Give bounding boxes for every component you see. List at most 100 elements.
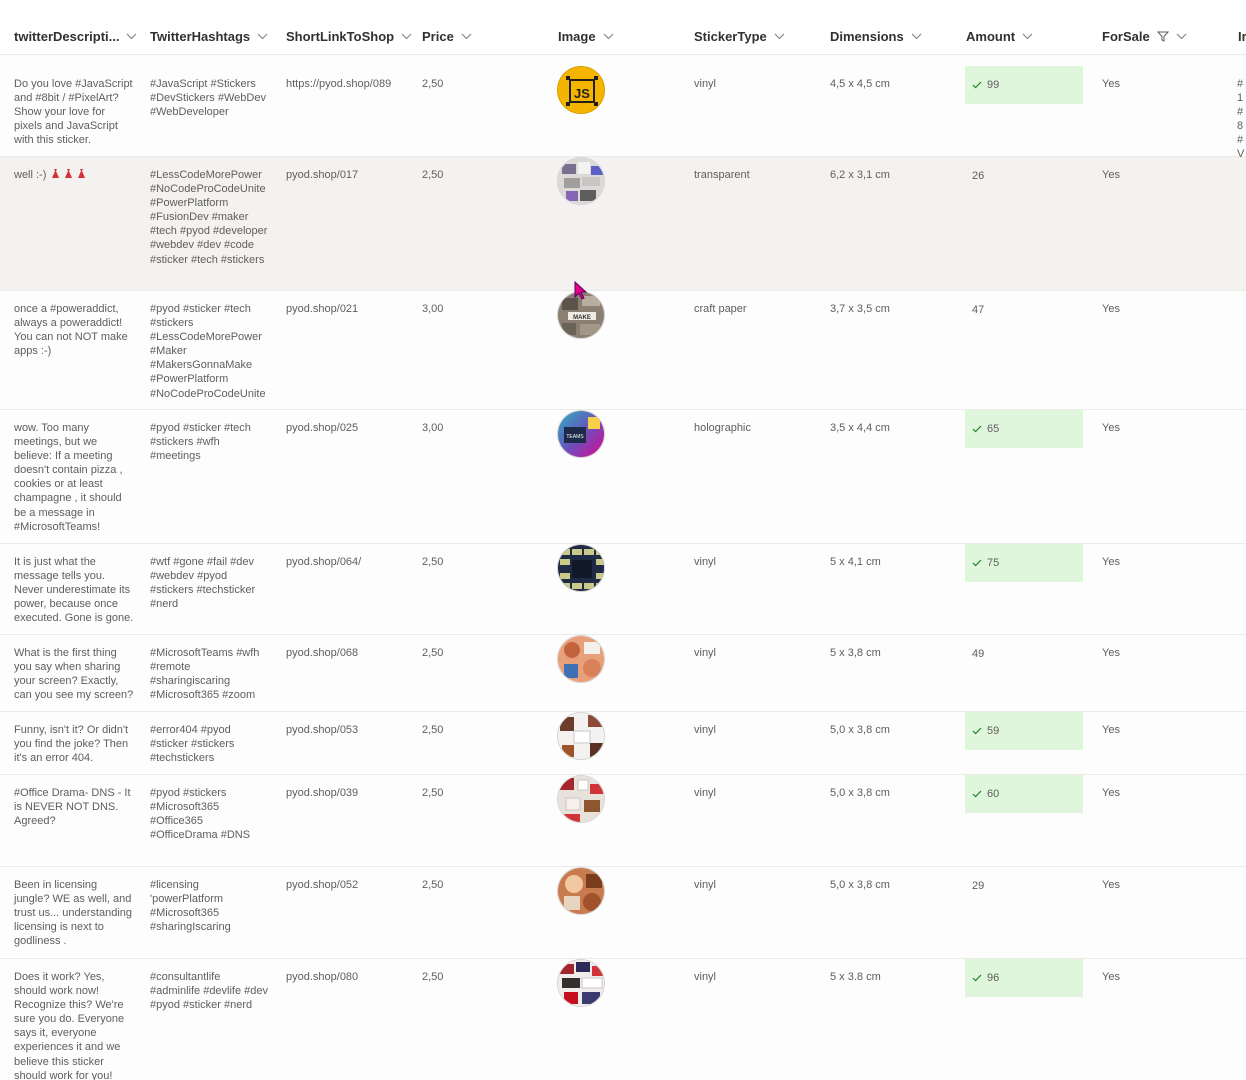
cell-for-sale: Yes: [1102, 422, 1120, 434]
cell-short-link[interactable]: pyod.shop/039: [286, 786, 411, 800]
cell-twitter-description: Funny, isn't it? Or didn't you find the …: [14, 724, 129, 765]
column-header-label: Amount: [966, 28, 1016, 44]
sticker-thumbnail[interactable]: [557, 959, 605, 1007]
column-header-twitter-description[interactable]: twitterDescripti...: [14, 27, 137, 45]
sticker-thumbnail[interactable]: [557, 775, 605, 823]
column-header-label: TwitterHashtags: [150, 28, 251, 44]
column-header-sticker-type[interactable]: StickerType: [694, 27, 785, 45]
cell-twitter-description: It is just what the message tells you. N…: [14, 556, 134, 625]
column-header-label: twitterDescripti...: [14, 28, 120, 44]
cell-dimensions: 5,0 x 3,8 cm: [830, 724, 890, 736]
column-header-image[interactable]: Image: [558, 27, 614, 45]
table-row[interactable]: It is just what the message tells you. N…: [0, 544, 1246, 635]
column-header-for-sale[interactable]: ForSale: [1102, 27, 1187, 45]
table-row[interactable]: Do you love #JavaScript and #8bit / #Pix…: [0, 66, 1246, 160]
cell-twitter-description: Do you love #JavaScript and #8bit / #Pix…: [14, 78, 133, 147]
check-icon: [972, 974, 982, 982]
chevron-down-icon[interactable]: [257, 33, 268, 40]
sticker-label: JS: [574, 86, 590, 101]
check-icon: [972, 559, 982, 567]
cell-amount: 65: [965, 410, 1083, 448]
cell-sticker-type: vinyl: [694, 647, 717, 659]
cell-short-link[interactable]: pyod.shop/064/: [286, 555, 411, 569]
column-header-amount[interactable]: Amount: [966, 27, 1033, 45]
table-row[interactable]: Been in licensing jungle? WE as well, an…: [0, 867, 1246, 959]
cell-price: 2,50: [422, 556, 444, 568]
column-header-twitter-hashtags[interactable]: TwitterHashtags: [150, 27, 268, 45]
cell-sticker-type: vinyl: [694, 556, 717, 568]
description-text: Been in licensing jungle? WE as well, an…: [14, 879, 133, 948]
table-row[interactable]: Funny, isn't it? Or didn't you find the …: [0, 712, 1246, 775]
cell-dimensions: 5 x 4,1 cm: [830, 556, 881, 568]
cell-amount: 96: [965, 959, 1083, 997]
cell-short-link[interactable]: pyod.shop/053: [286, 723, 411, 737]
cell-for-sale: Yes: [1102, 879, 1120, 891]
cell-for-sale: Yes: [1102, 169, 1120, 181]
sticker-thumbnail-js[interactable]: JS: [557, 66, 605, 114]
table-row[interactable]: Does it work? Yes, should work now! Reco…: [0, 959, 1246, 1080]
table-row[interactable]: wow. Too many meetings, but we believe: …: [0, 410, 1246, 544]
cell-dimensions: 4,5 x 4,5 cm: [830, 78, 890, 90]
cell-price: 2,50: [422, 78, 444, 90]
cell-sticker-type: vinyl: [694, 724, 717, 736]
amount-value: 99: [987, 79, 1000, 91]
check-icon: [972, 727, 982, 735]
filter-icon[interactable]: [1156, 31, 1169, 42]
sticker-thumbnail[interactable]: [557, 635, 605, 683]
sticker-thumbnail-teams[interactable]: TEAMS: [557, 410, 605, 458]
red-dress-icon: [49, 169, 88, 181]
column-header-price[interactable]: Price: [422, 27, 472, 45]
column-header-dimensions[interactable]: Dimensions: [830, 27, 922, 45]
cell-dimensions: 3,7 x 3,5 cm: [830, 303, 890, 315]
sticker-thumbnail[interactable]: [557, 867, 605, 915]
cell-for-sale: Yes: [1102, 647, 1120, 659]
cell-for-sale: Yes: [1102, 971, 1120, 983]
cell-short-link[interactable]: pyod.shop/021: [286, 302, 411, 316]
description-text: well :-): [14, 169, 47, 181]
check-icon: [972, 81, 982, 89]
amount-value: 75: [987, 557, 1000, 569]
column-header-next[interactable]: Ir: [1238, 27, 1246, 45]
cell-short-link[interactable]: pyod.shop/068: [286, 646, 411, 660]
chevron-down-icon[interactable]: [911, 33, 922, 40]
chevron-down-icon[interactable]: [401, 33, 412, 40]
cell-short-link[interactable]: pyod.shop/080: [286, 970, 411, 984]
chevron-down-icon[interactable]: [774, 33, 785, 40]
chevron-down-icon[interactable]: [603, 33, 614, 40]
cell-sticker-type: vinyl: [694, 78, 717, 90]
sticker-thumbnail[interactable]: [557, 712, 605, 760]
table-row[interactable]: well :-) #LessCodeMorePower #NoCodeProCo…: [0, 157, 1246, 291]
cell-short-link[interactable]: https://pyod.shop/089: [286, 77, 411, 91]
cell-twitter-hashtags: #MicrosoftTeams #wfh #remote #sharingisc…: [150, 647, 260, 702]
cell-for-sale: Yes: [1102, 724, 1120, 736]
column-header-short-link[interactable]: ShortLinkToShop: [286, 27, 412, 45]
cell-amount: 49: [965, 635, 1083, 673]
cell-short-link[interactable]: pyod.shop/025: [286, 421, 411, 435]
sticker-thumbnail[interactable]: [557, 544, 605, 592]
amount-value: 47: [972, 304, 985, 316]
chevron-down-icon[interactable]: [1022, 33, 1033, 40]
cell-amount: 59: [965, 712, 1083, 750]
cell-sticker-type: craft paper: [694, 303, 747, 315]
chevron-down-icon[interactable]: [461, 33, 472, 40]
sticker-thumbnail[interactable]: [557, 157, 605, 205]
cell-twitter-hashtags: #pyod #sticker #tech #stickers #LessCode…: [150, 303, 266, 400]
cell-short-link[interactable]: pyod.shop/017: [286, 168, 411, 182]
column-header-label: Dimensions: [830, 28, 904, 44]
table-row[interactable]: once a #poweraddict, always a poweraddic…: [0, 291, 1246, 410]
cell-twitter-description: once a #poweraddict, always a poweraddic…: [14, 303, 128, 358]
cell-price: 2,50: [422, 879, 444, 891]
cell-twitter-description: What is the first thing you say when sha…: [14, 647, 134, 702]
chevron-down-icon[interactable]: [1176, 33, 1187, 40]
cell-amount: 75: [965, 544, 1083, 582]
cell-price: 2,50: [422, 787, 444, 799]
table-row[interactable]: #Office Drama- DNS - It is NEVER NOT DNS…: [0, 775, 1246, 867]
sticker-label: MAKE: [573, 315, 591, 321]
cell-twitter-hashtags: #LessCodeMorePower #NoCodeProCodeUnite #…: [150, 169, 268, 266]
table-row[interactable]: What is the first thing you say when sha…: [0, 635, 1246, 712]
cell-amount: 29: [965, 867, 1083, 905]
cell-amount: 47: [965, 291, 1083, 329]
chevron-down-icon[interactable]: [126, 33, 137, 40]
cell-twitter-hashtags: #licensing 'powerPlatform #Microsoft365 …: [150, 879, 231, 934]
cell-short-link[interactable]: pyod.shop/052: [286, 878, 411, 892]
